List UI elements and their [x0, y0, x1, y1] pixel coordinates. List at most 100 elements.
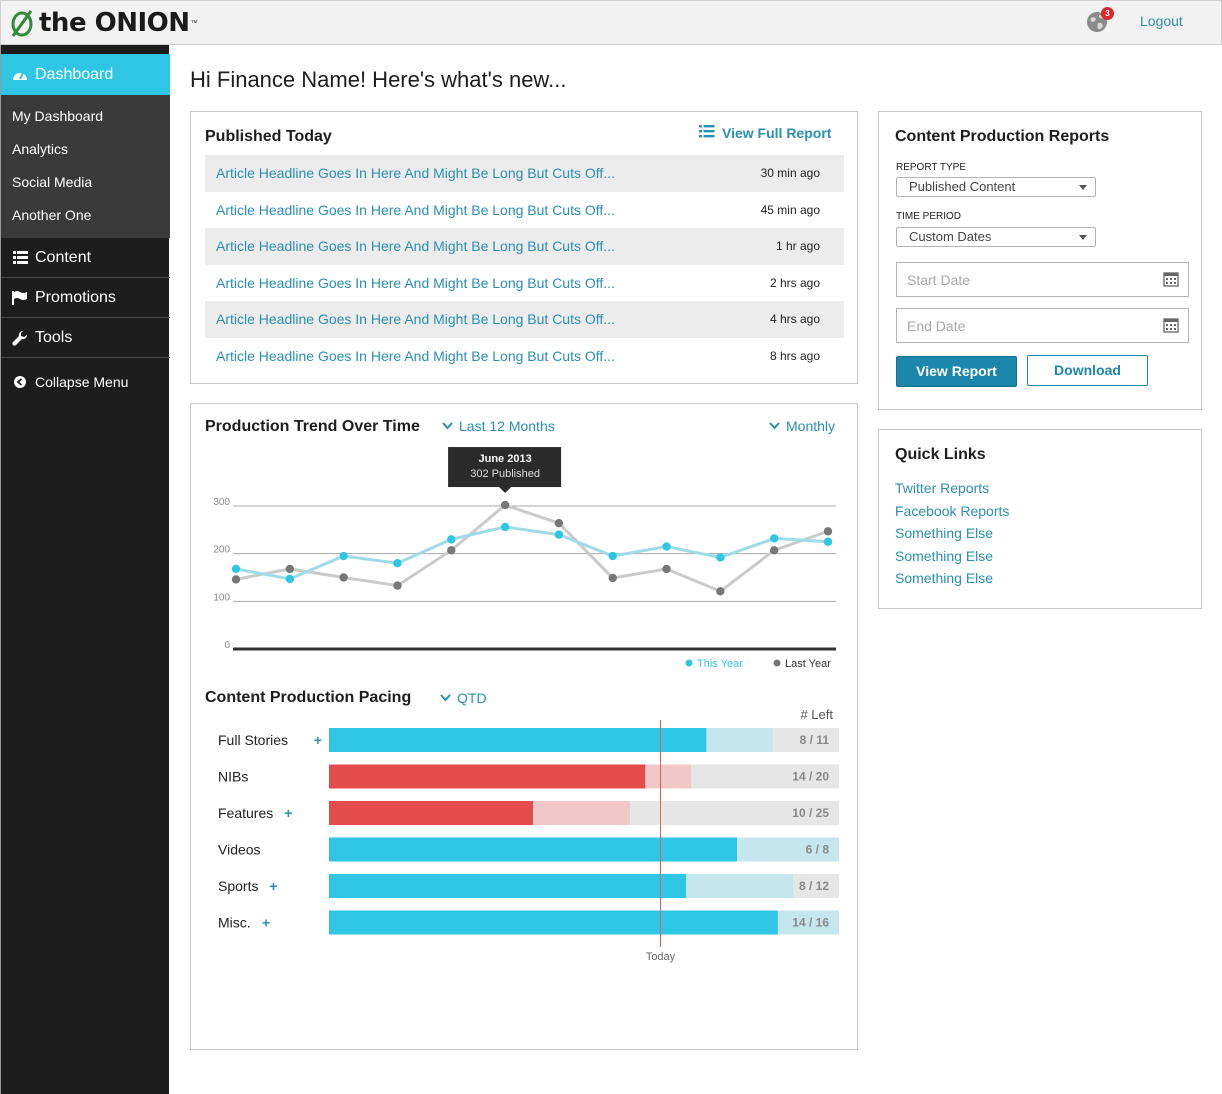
nav-promotions[interactable]: Promotions — [1, 278, 170, 318]
submenu-item-social-media[interactable]: Social Media — [1, 167, 170, 200]
published-today-panel: Published Today View Full Report Article… — [190, 111, 858, 384]
notification-badge[interactable]: 3 — [1101, 7, 1114, 20]
trend-interval-dropdown[interactable]: Monthly — [769, 418, 835, 434]
data-point-this-year — [339, 551, 348, 561]
pacing-row: Features +10 / 25 — [218, 801, 839, 825]
list-icon — [699, 125, 715, 141]
pacing-category-label: Misc. — [218, 915, 251, 931]
list-item: Article Headline Goes In Here And Might … — [205, 155, 844, 192]
expand-plus-icon: + — [269, 878, 277, 894]
chevron-down-icon — [442, 422, 453, 430]
page-greeting: Hi Finance Name! Here's what's new... — [190, 67, 567, 92]
pacing-category-label: Sports — [218, 878, 258, 894]
legend-label-last-year: Last Year — [785, 658, 831, 670]
list-item: Article Headline Goes In Here And Might … — [205, 228, 844, 265]
series-line-last-year — [235, 503, 829, 594]
list-item: Article Headline Goes In Here And Might … — [205, 301, 844, 338]
data-point-this-year — [285, 574, 295, 584]
quick-link-something-else[interactable]: Something Else — [895, 524, 1009, 547]
article-timestamp: 2 hrs ago — [769, 275, 820, 290]
data-point-this-year — [716, 553, 725, 562]
pacing-bar-published — [329, 801, 533, 825]
data-point-this-year — [554, 530, 564, 539]
pacing-bar-published — [329, 910, 778, 935]
data-point-last-year — [447, 546, 456, 555]
pacing-bar-published — [329, 874, 686, 898]
article-headline-link[interactable]: Article Headline Goes In Here And Might … — [216, 348, 615, 364]
chart-tooltip: June 2013 302 Published — [448, 447, 562, 494]
trend-range-dropdown[interactable]: Last 12 Months — [442, 418, 555, 434]
calendar-icon[interactable] — [1163, 271, 1179, 287]
view-report-button[interactable]: View Report — [896, 356, 1017, 387]
pacing-bar-published — [329, 728, 707, 752]
pacing-count-label: 14 / 20 — [792, 770, 829, 784]
list-item: Article Headline Goes In Here And Might … — [205, 192, 844, 229]
calendar-icon[interactable] — [1163, 317, 1179, 333]
y-tick-label: 0 — [224, 640, 230, 651]
collapse-menu-button[interactable]: Collapse Menu — [1, 358, 170, 406]
nav-tools-label: Tools — [35, 328, 73, 346]
article-timestamp: 30 min ago — [760, 166, 820, 181]
pacing-bar-published — [329, 764, 646, 789]
article-headline-link[interactable]: Article Headline Goes In Here And Might … — [216, 275, 615, 291]
tooltip-title: June 2013 — [478, 453, 531, 465]
quick-links-list: Twitter Reports Facebook Reports Somethi… — [895, 479, 1009, 592]
pacing-row: Full Stories +8 / 11 — [218, 728, 839, 752]
report-type-value: Published Content — [909, 179, 1016, 194]
reports-title: Content Production Reports — [895, 128, 1110, 145]
quick-link-something-else[interactable]: Something Else — [895, 547, 1009, 570]
article-headline-link[interactable]: Article Headline Goes In Here And Might … — [216, 165, 615, 181]
data-point-this-year — [500, 522, 510, 532]
collapse-menu-label: Collapse Menu — [35, 374, 129, 390]
quick-link-twitter-reports[interactable]: Twitter Reports — [895, 479, 1009, 502]
list-icon — [11, 251, 29, 264]
production-trend-chart: 0 100 200 300 June 2013 302 Published This Yea… — [213, 447, 836, 670]
quick-links-title: Quick Links — [895, 446, 986, 463]
legend-label-this-year: This Year — [697, 658, 743, 670]
dashboard-submenu: My Dashboard Analytics Social Media Anot… — [1, 95, 170, 238]
nav-promotions-label: Promotions — [35, 288, 116, 306]
data-point-this-year — [231, 564, 241, 574]
y-tick-label: 200 — [213, 545, 230, 556]
expand-plus-icon: + — [262, 915, 270, 931]
end-date-field[interactable] — [896, 308, 1189, 343]
nav-dashboard[interactable]: Dashboard — [1, 54, 170, 95]
data-point-this-year — [447, 535, 456, 544]
submenu-item-analytics[interactable]: Analytics — [1, 134, 170, 167]
onion-logo[interactable]: the ONION ™ — [9, 5, 198, 41]
article-headline-link[interactable]: Article Headline Goes In Here And Might … — [216, 202, 615, 218]
nav-dashboard-label: Dashboard — [35, 65, 114, 83]
pacing-count-label: 10 / 25 — [792, 806, 829, 820]
article-timestamp: 4 hrs ago — [769, 312, 820, 327]
list-item: Article Headline Goes In Here And Might … — [205, 265, 844, 302]
start-date-field[interactable] — [896, 262, 1189, 297]
content-reports-panel: Content Production Reports REPORT TYPE P… — [878, 111, 1202, 410]
article-timestamp: 45 min ago — [760, 202, 820, 217]
data-point-last-year — [823, 527, 833, 536]
download-button[interactable]: Download — [1027, 355, 1148, 386]
chevron-down-icon — [440, 694, 451, 702]
nav-tools[interactable]: Tools — [1, 318, 170, 358]
logout-link[interactable]: Logout — [1140, 13, 1183, 29]
time-period-select[interactable]: Custom Dates — [896, 227, 1096, 247]
submenu-item-my-dashboard[interactable]: My Dashboard — [1, 101, 170, 134]
article-headline-link[interactable]: Article Headline Goes In Here And Might … — [216, 238, 615, 254]
data-point-last-year — [608, 573, 617, 583]
submenu-item-another-one[interactable]: Another One — [1, 200, 170, 233]
quick-link-facebook-reports[interactable]: Facebook Reports — [895, 502, 1009, 525]
pacing-count-label: 6 / 8 — [806, 843, 830, 857]
expand-plus-icon: + — [284, 805, 292, 821]
article-headline-link[interactable]: Article Headline Goes In Here And Might … — [216, 311, 615, 327]
pacing-row: Misc. +14 / 16 — [218, 910, 839, 935]
report-type-label: REPORT TYPE — [896, 162, 967, 173]
caret-down-icon — [1079, 235, 1087, 240]
nav-content[interactable]: Content — [1, 238, 170, 278]
quick-link-something-else[interactable]: Something Else — [895, 569, 1009, 592]
report-type-select[interactable]: Published Content — [896, 177, 1096, 197]
view-full-report-link[interactable]: View Full Report — [699, 125, 831, 141]
time-period-value: Custom Dates — [909, 229, 992, 244]
data-point-this-year — [393, 559, 402, 568]
pacing-category-label: NIBs — [218, 769, 248, 785]
flag-icon — [11, 290, 29, 305]
legend-marker-this-year — [685, 659, 693, 667]
